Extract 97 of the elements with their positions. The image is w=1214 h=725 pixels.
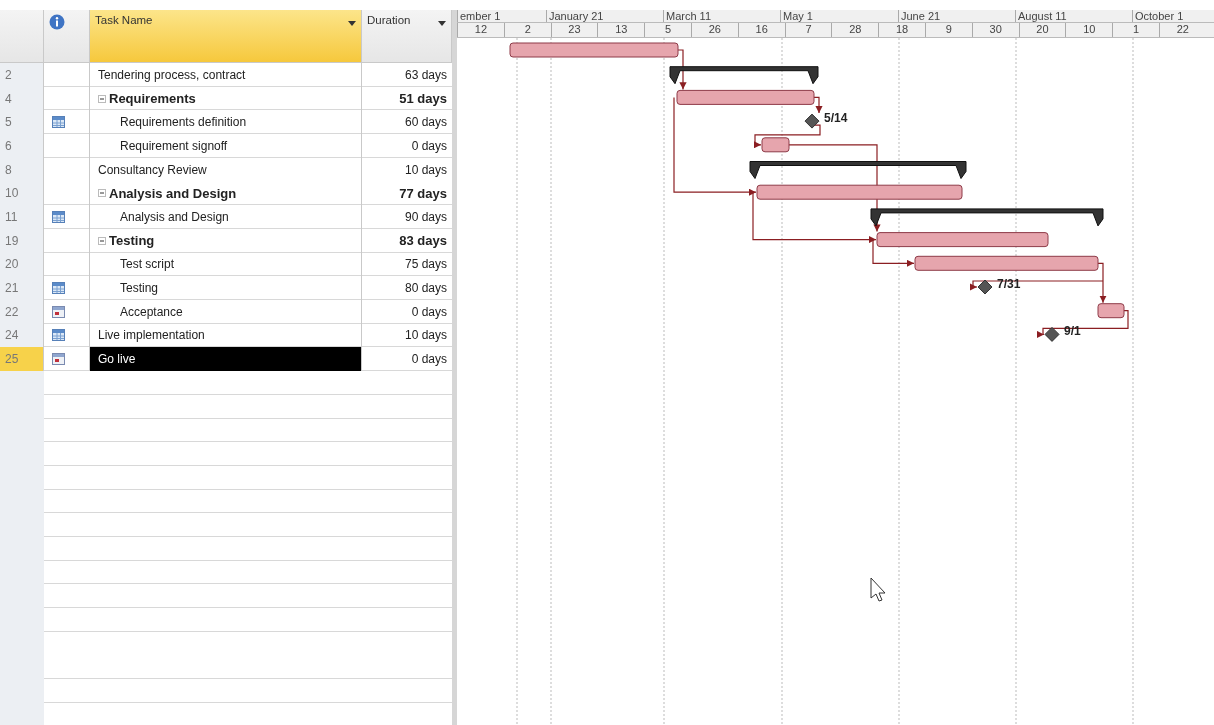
summary-bar[interactable] — [749, 161, 967, 179]
timescale-day: 13 — [615, 23, 628, 35]
column-header[interactable] — [44, 10, 90, 62]
task-name-cell[interactable]: Testing — [90, 276, 362, 300]
dropdown-caret-icon[interactable] — [348, 21, 356, 26]
task-name: Analysis and Design — [109, 185, 237, 201]
milestone-date: 7/31 — [997, 277, 1021, 291]
task-name: Consultancy Review — [98, 162, 207, 177]
pointer-icon — [870, 577, 886, 602]
dropdown-caret-icon[interactable] — [438, 21, 446, 26]
task-name: Acceptance — [120, 304, 183, 319]
timescale-day: 1 — [1133, 23, 1140, 35]
task-name-cell[interactable]: Testing — [90, 228, 362, 253]
info-icon — [49, 14, 65, 30]
task-name: Tendering process, contract — [98, 67, 246, 82]
timescale-day: 12 — [474, 23, 487, 35]
duration-value: 63 days — [404, 67, 447, 82]
collapse-icon[interactable] — [98, 236, 106, 245]
duration-value: 80 days — [404, 281, 447, 296]
duration-value: 83 days — [399, 233, 447, 249]
timescale-day: 2 — [524, 23, 531, 35]
collapse-icon[interactable] — [98, 94, 106, 103]
task-name-cell[interactable]: Acceptance — [90, 299, 362, 324]
task-name-cell[interactable]: Go live — [90, 347, 362, 371]
row-number[interactable]: 6 — [0, 134, 44, 158]
row-number[interactable]: 19 — [0, 228, 44, 253]
task-bar[interactable] — [761, 137, 790, 153]
duration-value: 0 days — [411, 138, 447, 153]
task-name-cell[interactable]: Requirements — [90, 86, 362, 111]
timescale-day: 22 — [1176, 23, 1189, 35]
task-bar[interactable] — [1097, 303, 1125, 319]
duration-value: 10 days — [404, 328, 447, 343]
row-number[interactable]: 2 — [0, 63, 44, 87]
task-name: Requirements definition — [120, 115, 247, 130]
task-name-cell[interactable]: Analysis and Design — [90, 181, 362, 206]
duration-value: 51 days — [399, 91, 447, 107]
summary-bar[interactable] — [669, 66, 819, 85]
timescale-month: August 11 — [1018, 10, 1067, 22]
row-number[interactable]: 11 — [0, 205, 44, 229]
task-name: Requirement signoff — [120, 138, 228, 153]
timescale-day: 20 — [1036, 23, 1049, 35]
task-bar[interactable] — [914, 255, 1099, 271]
duration-value: 75 days — [404, 257, 447, 272]
row-number[interactable]: 8 — [0, 157, 44, 182]
row-number[interactable]: 20 — [0, 252, 44, 277]
timescale-day: 10 — [1083, 23, 1096, 35]
milestone-date: 9/1 — [1064, 324, 1081, 339]
timescale-day: 30 — [989, 23, 1002, 35]
duration-value: 10 days — [404, 162, 447, 177]
milestone-date: 5/14 — [824, 111, 848, 126]
task-name-cell[interactable]: Analysis and Design — [90, 205, 362, 229]
task-name: Analysis and Design — [120, 209, 229, 224]
duration-value: 0 days — [411, 304, 447, 319]
task-bar[interactable] — [876, 232, 1049, 248]
timescale-day: 16 — [755, 23, 768, 35]
task-name: Live implementation — [98, 328, 205, 343]
duration-value: 90 days — [404, 209, 447, 224]
task-name: Go live — [98, 352, 136, 367]
collapse-icon[interactable] — [98, 189, 106, 198]
row-number[interactable]: 22 — [0, 299, 44, 324]
column-header[interactable]: Task Name — [90, 10, 362, 62]
timescale-day: 5 — [665, 23, 672, 35]
timescale-month: ember 1 — [460, 10, 501, 22]
timescale-month: March 11 — [666, 10, 712, 22]
timescale-day: 18 — [895, 23, 909, 35]
duration-value: 77 days — [399, 185, 447, 201]
task-name: Testing — [120, 281, 159, 296]
timescale-month: October 1 — [1135, 10, 1184, 22]
column-header[interactable]: Duration — [362, 10, 452, 62]
task-name: Requirements — [109, 91, 196, 107]
duration-value: 60 days — [404, 115, 447, 130]
milestone-diamond-icon[interactable] — [1044, 326, 1060, 342]
timescale-month: January 21 — [549, 10, 604, 22]
timescale-day: 7 — [805, 23, 812, 35]
timescale-month: June 21 — [901, 10, 941, 22]
task-bar[interactable] — [756, 184, 963, 200]
task-name: Testing — [109, 233, 155, 249]
summary-bar[interactable] — [870, 208, 1104, 227]
task-name: Test script — [120, 257, 174, 272]
row-number[interactable]: 21 — [0, 276, 44, 300]
task-name-cell[interactable]: Requirements definition — [90, 110, 362, 135]
task-name-cell[interactable]: Requirement signoff — [90, 134, 362, 158]
milestone-diamond-icon[interactable] — [804, 113, 820, 129]
milestone-diamond-icon[interactable] — [977, 279, 993, 295]
task-name-cell[interactable]: Consultancy Review — [90, 157, 362, 182]
task-name-cell[interactable]: Test script — [90, 252, 362, 277]
timescale-day: 23 — [568, 23, 581, 35]
row-number[interactable]: 4 — [0, 86, 44, 111]
timescale-day: 26 — [708, 23, 721, 35]
timescale-day: 9 — [945, 23, 952, 35]
row-number[interactable]: 10 — [0, 181, 44, 206]
task-name-cell[interactable]: Tendering process, contract — [90, 63, 362, 87]
timescale-month: May 1 — [783, 10, 813, 22]
row-number[interactable]: 5 — [0, 110, 44, 135]
duration-value: 0 days — [411, 352, 447, 367]
task-bar[interactable] — [676, 89, 815, 105]
timescale-day: 28 — [849, 23, 862, 35]
